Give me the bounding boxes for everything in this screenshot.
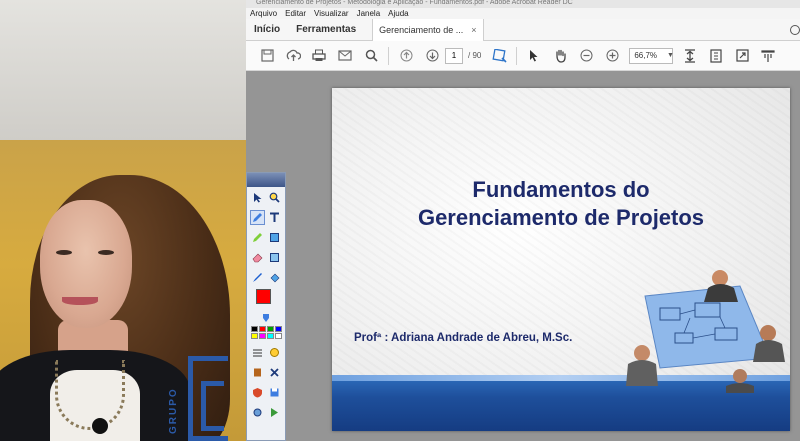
undo-icon[interactable] [250, 365, 265, 380]
palette-row [247, 402, 285, 422]
grupo-logo: GRUPO [168, 356, 228, 441]
email-icon[interactable] [332, 43, 358, 69]
menu-bar: Arquivo Editar Visualizar Janela Ajuda [246, 8, 800, 19]
highlighter-icon[interactable] [250, 230, 265, 245]
magnifier-icon[interactable] [267, 190, 282, 205]
palette-row [247, 382, 285, 402]
exit-icon[interactable] [267, 405, 282, 420]
scroll-icon[interactable] [703, 43, 729, 69]
close-palette-icon[interactable] [267, 365, 282, 380]
tab-document[interactable]: Gerenciamento de ... × [372, 18, 485, 41]
pen-icon[interactable] [250, 209, 265, 225]
page-total: / 90 [468, 51, 482, 60]
slide-title: Fundamentos do Gerenciamento de Projetos [332, 176, 790, 232]
document-viewer[interactable]: Fundamentos do Gerenciamento de Projetos… [246, 71, 800, 441]
swatch-red[interactable] [258, 326, 266, 332]
nav-tools[interactable]: Ferramentas [288, 24, 364, 35]
palette-row [247, 342, 285, 362]
zoom-value: 66,7% [634, 51, 658, 60]
shield-icon[interactable] [250, 385, 265, 400]
annotation-palette [246, 172, 286, 441]
select-icon[interactable] [521, 43, 547, 69]
logo-text: GRUPO [168, 387, 179, 434]
menu-ajuda[interactable]: Ajuda [388, 8, 408, 19]
swatch-green[interactable] [266, 326, 274, 332]
save-drawing-icon[interactable] [267, 385, 282, 400]
search-icon[interactable] [358, 43, 384, 69]
palette-row [247, 247, 285, 267]
close-icon[interactable]: × [471, 25, 476, 35]
fill-icon[interactable] [267, 270, 282, 285]
zoom-out-icon[interactable] [573, 43, 599, 69]
text-tool-icon[interactable] [267, 210, 282, 225]
presenter-eye-right [98, 250, 114, 255]
chevron-down-icon: ▼ [667, 52, 674, 59]
presenter-face [40, 200, 132, 328]
foreground-color[interactable] [256, 289, 271, 304]
palette-row [247, 187, 285, 207]
screen: GRUPO Gerenciamento de Projetos - Metodo… [0, 0, 800, 441]
nav-home[interactable]: Início [246, 24, 288, 35]
line-style-icon[interactable] [250, 345, 265, 360]
brush-icon[interactable] [250, 270, 265, 285]
page-down-icon[interactable] [419, 43, 445, 69]
background-wall [0, 0, 246, 140]
pointer-icon[interactable] [250, 190, 265, 205]
screenshot-icon[interactable] [267, 345, 282, 360]
toolbar-separator [388, 46, 389, 65]
team-planning-illustration [626, 270, 785, 393]
palette-row [247, 207, 285, 227]
toolbar: 1 / 90 66,7% ▼ [246, 41, 800, 71]
webcam-feed: GRUPO [0, 0, 246, 441]
palette-row [247, 362, 285, 382]
zoom-select[interactable]: 66,7% ▼ [629, 47, 674, 64]
help-icon[interactable] [790, 24, 800, 35]
window-title: Gerenciamento de Projetos - Metodologia … [246, 0, 800, 8]
save-icon[interactable] [254, 43, 280, 69]
palette-title-bar[interactable] [247, 173, 285, 187]
fullscreen-icon[interactable] [729, 43, 755, 69]
eraser-icon[interactable] [250, 250, 265, 265]
palette-row [247, 227, 285, 247]
page-up-icon[interactable] [393, 43, 419, 69]
tab-document-label: Gerenciamento de ... [379, 24, 464, 35]
page-number-input[interactable]: 1 [445, 47, 463, 64]
swatch-yellow[interactable] [250, 333, 258, 339]
acrobat-window: Gerenciamento de Projetos - Metodologia … [246, 0, 800, 441]
menu-janela[interactable]: Janela [357, 8, 381, 19]
slide-title-line2: Gerenciamento de Projetos [417, 205, 705, 230]
slide-title-line1: Fundamentos do [472, 177, 650, 202]
swatch-blue[interactable] [274, 326, 282, 332]
nav-bar: Início Ferramentas Gerenciamento de ... … [246, 18, 800, 41]
settings-icon[interactable] [250, 405, 265, 420]
swatch-white[interactable] [274, 333, 282, 339]
logo-mark [188, 356, 228, 441]
print-icon[interactable] [306, 43, 332, 69]
fit-width-icon[interactable] [486, 43, 512, 69]
upload-icon[interactable] [280, 43, 306, 69]
current-color-picker[interactable] [252, 289, 280, 311]
swatch-cyan[interactable] [266, 333, 274, 339]
presenter-necklace [55, 360, 125, 430]
pdf-page: Fundamentos do Gerenciamento de Projetos… [332, 88, 790, 431]
swatch-black[interactable] [250, 326, 258, 332]
line-width-slider[interactable] [247, 313, 285, 323]
clear-icon[interactable] [267, 250, 282, 265]
menu-arquivo[interactable]: Arquivo [250, 8, 277, 19]
slide-author: Profª : Adriana Andrade de Abreu, M.Sc. [354, 332, 573, 344]
lapel-mic [92, 418, 108, 434]
menu-editar[interactable]: Editar [285, 8, 306, 19]
presenter-mouth [62, 297, 98, 305]
zoom-in-icon[interactable] [599, 43, 625, 69]
comment-icon[interactable] [755, 43, 781, 69]
swatch-magenta[interactable] [258, 333, 266, 339]
hand-icon[interactable] [547, 43, 573, 69]
menu-visualizar[interactable]: Visualizar [314, 8, 349, 19]
palette-row [247, 267, 285, 287]
rectangle-icon[interactable] [267, 230, 282, 245]
toolbar-separator [516, 46, 518, 65]
presenter-eye-left [56, 250, 72, 255]
color-swatches [250, 326, 282, 339]
fit-page-icon[interactable] [677, 43, 703, 69]
